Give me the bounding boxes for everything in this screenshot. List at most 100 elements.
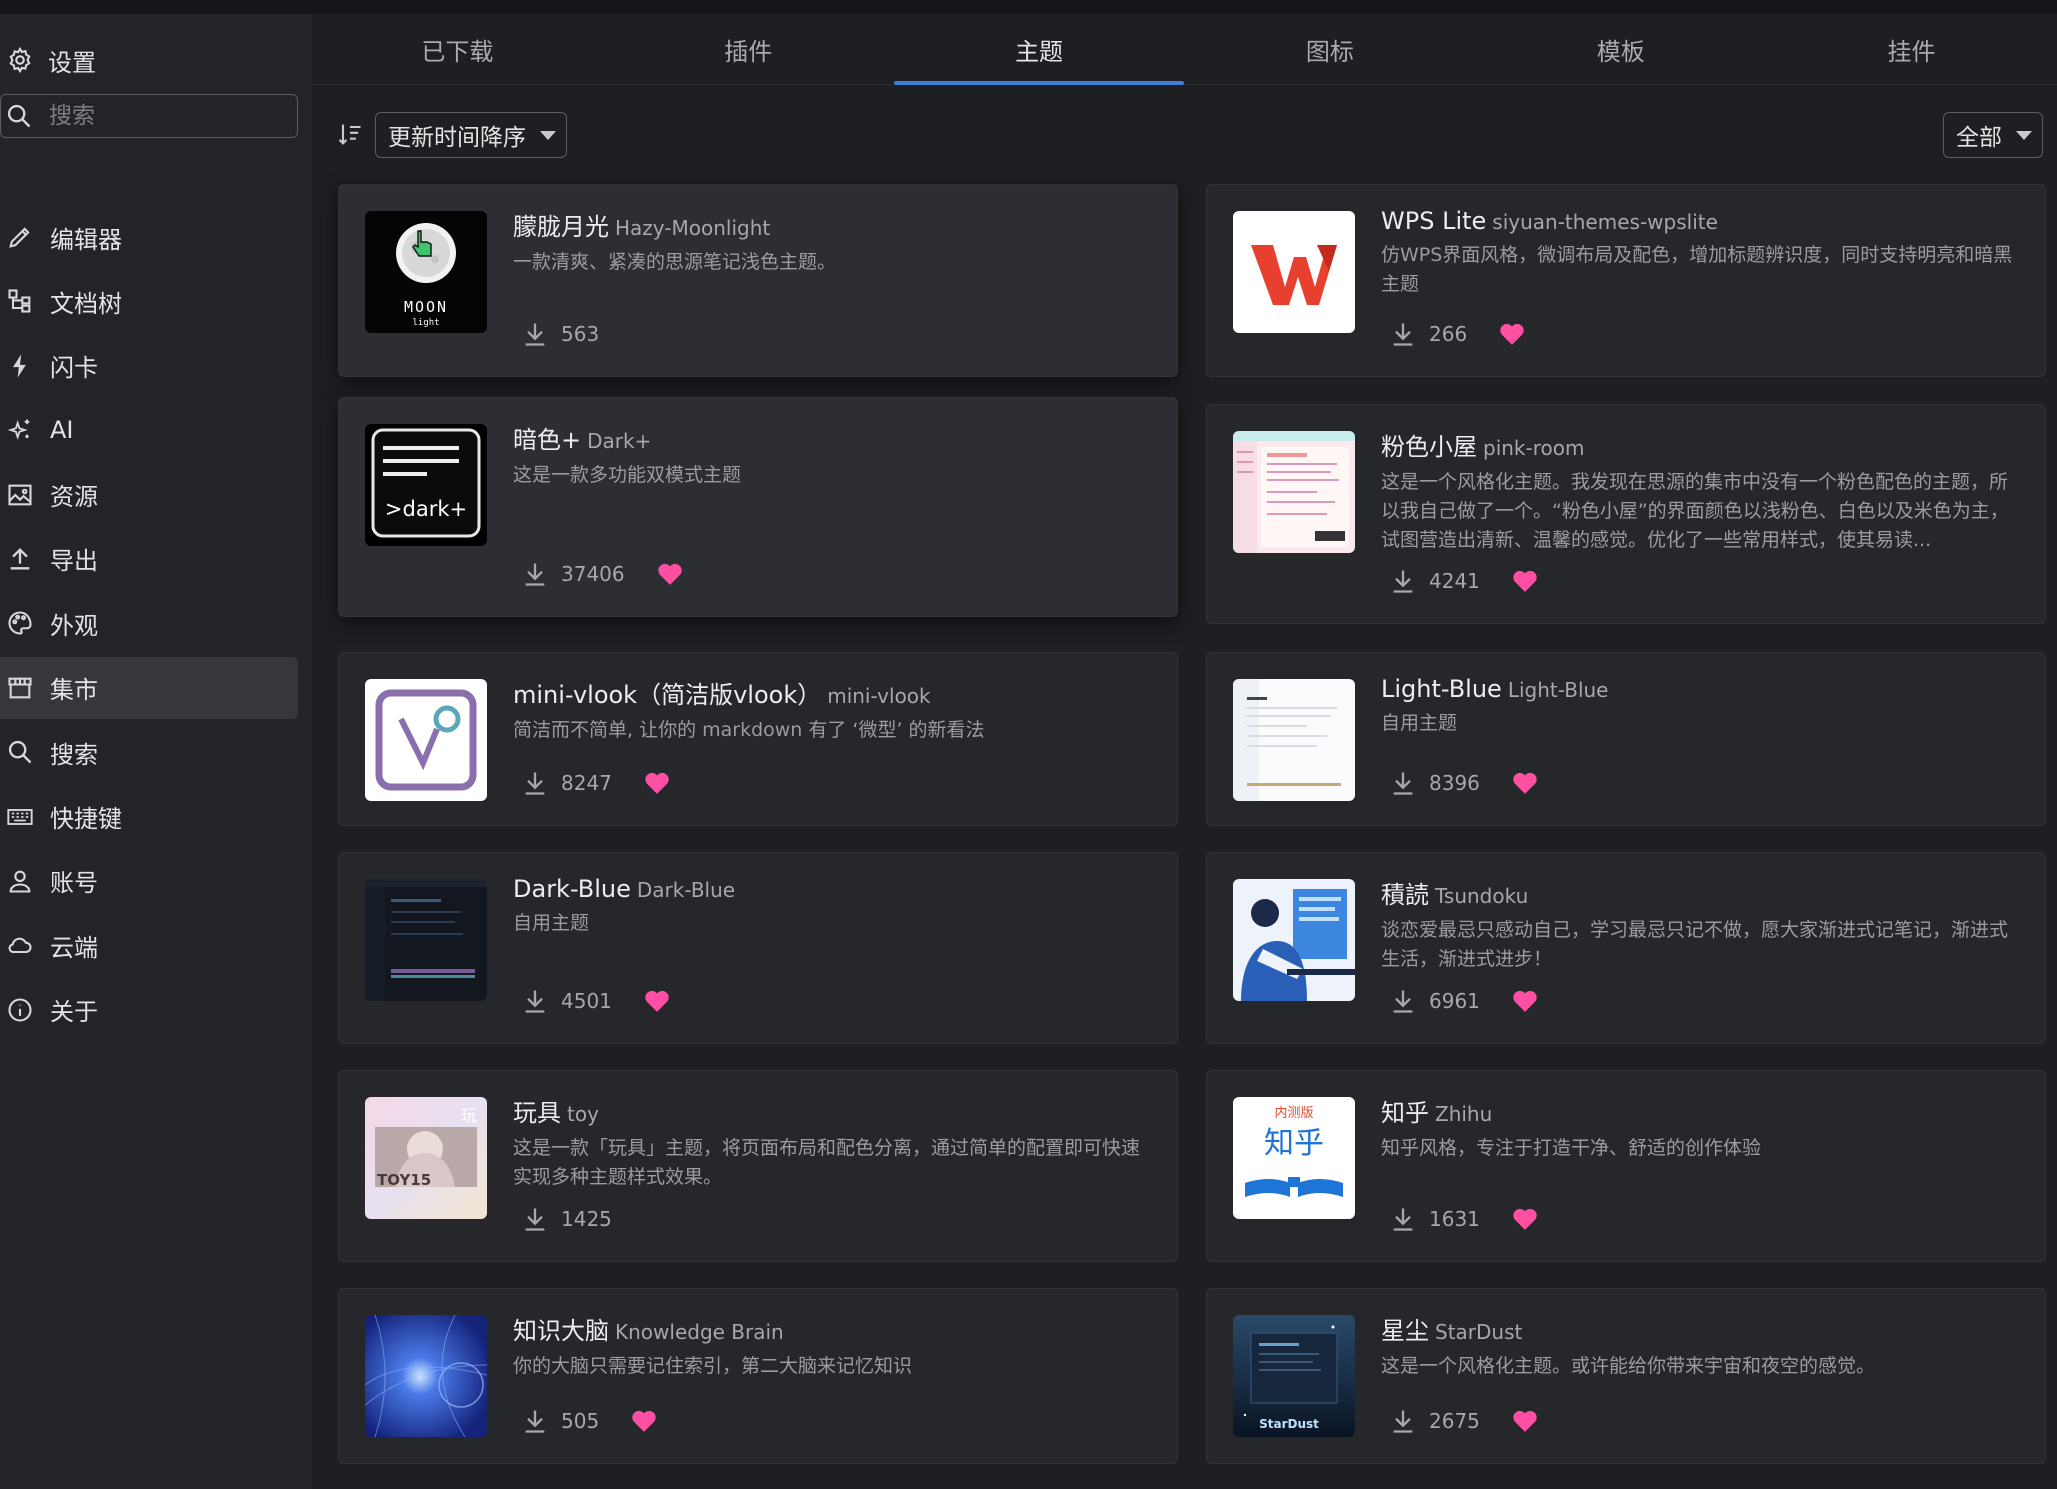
- theme-thumbnail: [365, 679, 487, 801]
- theme-title: Light-Blue: [1381, 675, 1502, 703]
- theme-card-body: 知识大脑 Knowledge Brain 你的大脑只需要记住索引，第二大脑来记忆知…: [513, 1311, 1151, 1381]
- heart-icon[interactable]: [1512, 569, 1538, 593]
- theme-card-body: 玩具 toy 这是一款「玩具」主题，将页面布局和配色分离，通过简单的配置即可快速实…: [513, 1093, 1151, 1192]
- sort-order-select[interactable]: 更新时间降序: [375, 112, 567, 158]
- sidebar-item-account[interactable]: 账号: [0, 850, 298, 912]
- download-count: 4501: [561, 989, 612, 1013]
- theme-card-body: Light-Blue Light-Blue 自用主题: [1381, 675, 2019, 738]
- sort-icon: [336, 120, 364, 148]
- sidebar-item-bazaar[interactable]: 集市: [0, 656, 298, 719]
- sidebar-item-about[interactable]: 关于: [0, 979, 298, 1041]
- settings-sidebar: 设置 编辑器 文档树 闪卡 AI 资源 导出: [0, 14, 312, 1489]
- theme-card[interactable]: 粉色小屋 pink-room 这是一个风格化主题。我发现在思源的集市中没有一个粉色…: [1206, 404, 2046, 624]
- theme-mode-filter-select[interactable]: 全部: [1943, 112, 2043, 158]
- theme-stats: 4241: [1389, 567, 1538, 595]
- heart-icon[interactable]: [631, 1409, 657, 1433]
- theme-card[interactable]: 内测版 知乎 知乎 Zhihu 知乎风格，专注于打造干净、舒适的创作体验 1631: [1206, 1070, 2046, 1262]
- sidebar-item-assets[interactable]: 资源: [0, 464, 298, 526]
- theme-package-name: Tsundoku: [1435, 884, 1529, 908]
- zhihu-thumb-logo: 知乎: [1264, 1126, 1324, 1161]
- theme-package-name: Knowledge Brain: [615, 1320, 784, 1344]
- theme-description: 这是一款多功能双模式主题: [513, 464, 742, 486]
- theme-card[interactable]: Dark-Blue Dark-Blue 自用主题 4501: [338, 852, 1178, 1044]
- image-icon: [6, 481, 34, 509]
- search-icon: [5, 102, 33, 130]
- heart-icon[interactable]: [644, 771, 670, 795]
- theme-card[interactable]: StarDust 星尘 StarDust 这是一个风格化主题。或许能给你带来宇宙和…: [1206, 1288, 2046, 1464]
- theme-stats: 1425: [521, 1205, 612, 1233]
- tab-plugins[interactable]: 插件: [603, 14, 894, 84]
- heart-icon[interactable]: [1512, 1409, 1538, 1433]
- theme-package-name: Dark+: [587, 429, 652, 453]
- tab-themes[interactable]: 主题: [893, 14, 1185, 85]
- theme-card[interactable]: 積読 Tsundoku 谈恋爱最忌只感动自己，学习最忌只记不做，愿大家渐进式记笔记…: [1206, 852, 2046, 1044]
- heart-icon[interactable]: [1512, 771, 1538, 795]
- sparkle-icon: [6, 416, 34, 444]
- download-icon: [521, 987, 549, 1015]
- download-icon: [1389, 769, 1417, 797]
- tab-downloaded[interactable]: 已下载: [312, 14, 603, 84]
- theme-package-name: StarDust: [1435, 1320, 1523, 1344]
- info-icon: [6, 996, 34, 1024]
- theme-title: Dark-Blue: [513, 875, 631, 903]
- heart-icon[interactable]: [1499, 322, 1525, 346]
- theme-card[interactable]: 玩 TOY15 玩具 toy 这是一款「玩具」主题，将页面布局和配色分离，通过简单…: [338, 1070, 1178, 1262]
- sidebar-item-label: 集市: [50, 676, 98, 705]
- sidebar-item-doctree[interactable]: 文档树: [0, 270, 298, 332]
- theme-description: 简洁而不简单, 让你的 markdown 有了 ‘微型’ 的新看法: [513, 719, 985, 741]
- sidebar-item-flashcard[interactable]: 闪卡: [0, 335, 298, 397]
- moon-thumb-word: MOON: [404, 298, 448, 316]
- chevron-down-icon: [2016, 130, 2032, 140]
- pencil-icon: [6, 223, 34, 251]
- theme-card-body: WPS Lite siyuan-themes-wpslite 仿WPS界面风格，微…: [1381, 207, 2019, 299]
- sidebar-item-appearance[interactable]: 外观: [0, 592, 298, 654]
- theme-card[interactable]: WPS Lite siyuan-themes-wpslite 仿WPS界面风格，微…: [1206, 184, 2046, 377]
- theme-description: 一款清爽、紧凑的思源笔记浅色主题。: [513, 251, 837, 273]
- heart-icon[interactable]: [657, 562, 683, 586]
- cloud-icon: [6, 931, 34, 959]
- tab-widgets[interactable]: 挂件: [1766, 14, 2057, 84]
- theme-thumbnail: StarDust: [1233, 1315, 1355, 1437]
- theme-title: 知乎: [1381, 1099, 1429, 1127]
- sidebar-item-keymap[interactable]: 快捷键: [0, 786, 298, 848]
- sidebar-item-label: 资源: [50, 483, 98, 512]
- sidebar-item-label: 关于: [50, 998, 98, 1027]
- download-icon: [1389, 1205, 1417, 1233]
- theme-card-body: 星尘 StarDust 这是一个风格化主题。或许能给你带来宇宙和夜空的感觉。: [1381, 1311, 2019, 1381]
- theme-card[interactable]: MOON light 朦胧月光 Hazy-Moonlight 一款清爽、紧凑的思源…: [338, 184, 1178, 377]
- theme-card-body: 粉色小屋 pink-room 这是一个风格化主题。我发现在思源的集市中没有一个粉色…: [1381, 427, 2019, 555]
- theme-card[interactable]: Light-Blue Light-Blue 自用主题 8396: [1206, 652, 2046, 826]
- bazaar-tabs: 已下载 插件 主题 图标 模板 挂件: [312, 14, 2057, 85]
- theme-package-name: siyuan-themes-wpslite: [1492, 210, 1718, 234]
- theme-thumbnail: MOON light: [365, 211, 487, 333]
- theme-card[interactable]: 知识大脑 Knowledge Brain 你的大脑只需要记住索引，第二大脑来记忆知…: [338, 1288, 1178, 1464]
- theme-card[interactable]: >dark+ 暗色+ Dark+ 这是一款多功能双模式主题 37406: [338, 397, 1178, 617]
- theme-package-name: Zhihu: [1435, 1102, 1493, 1126]
- moon-thumb-sub: light: [412, 318, 439, 328]
- theme-description: 仿WPS界面风格，微调布局及配色，增加标题辨识度，同时支持明亮和暗黑主题: [1381, 244, 2013, 295]
- download-icon: [521, 769, 549, 797]
- settings-search-box[interactable]: [0, 94, 298, 138]
- sidebar-item-editor[interactable]: 编辑器: [0, 206, 298, 268]
- download-count: 8396: [1429, 771, 1480, 795]
- sort-order-value: 更新时间降序: [388, 125, 526, 151]
- heart-icon[interactable]: [1512, 989, 1538, 1013]
- sidebar-item-cloud[interactable]: 云端: [0, 914, 298, 976]
- sidebar-item-label: 闪卡: [50, 354, 98, 383]
- heart-icon[interactable]: [644, 989, 670, 1013]
- sidebar-item-export[interactable]: 导出: [0, 528, 298, 590]
- download-count: 2675: [1429, 1409, 1480, 1433]
- sidebar-item-search[interactable]: 搜索: [0, 721, 298, 783]
- heart-icon[interactable]: [1512, 1207, 1538, 1231]
- settings-search-input[interactable]: [47, 102, 281, 130]
- tab-icons[interactable]: 图标: [1184, 14, 1475, 84]
- sidebar-item-ai[interactable]: AI: [0, 399, 298, 461]
- download-icon: [1389, 987, 1417, 1015]
- theme-title: 星尘: [1381, 1317, 1429, 1345]
- store-icon: [6, 674, 34, 702]
- theme-thumbnail: [365, 1315, 487, 1437]
- download-count: 37406: [561, 562, 625, 586]
- theme-card[interactable]: mini-vlook（简洁版vlook） mini-vlook 简洁而不简单, 让…: [338, 652, 1178, 826]
- tab-templates[interactable]: 模板: [1475, 14, 1766, 84]
- theme-stats: 8396: [1389, 769, 1538, 797]
